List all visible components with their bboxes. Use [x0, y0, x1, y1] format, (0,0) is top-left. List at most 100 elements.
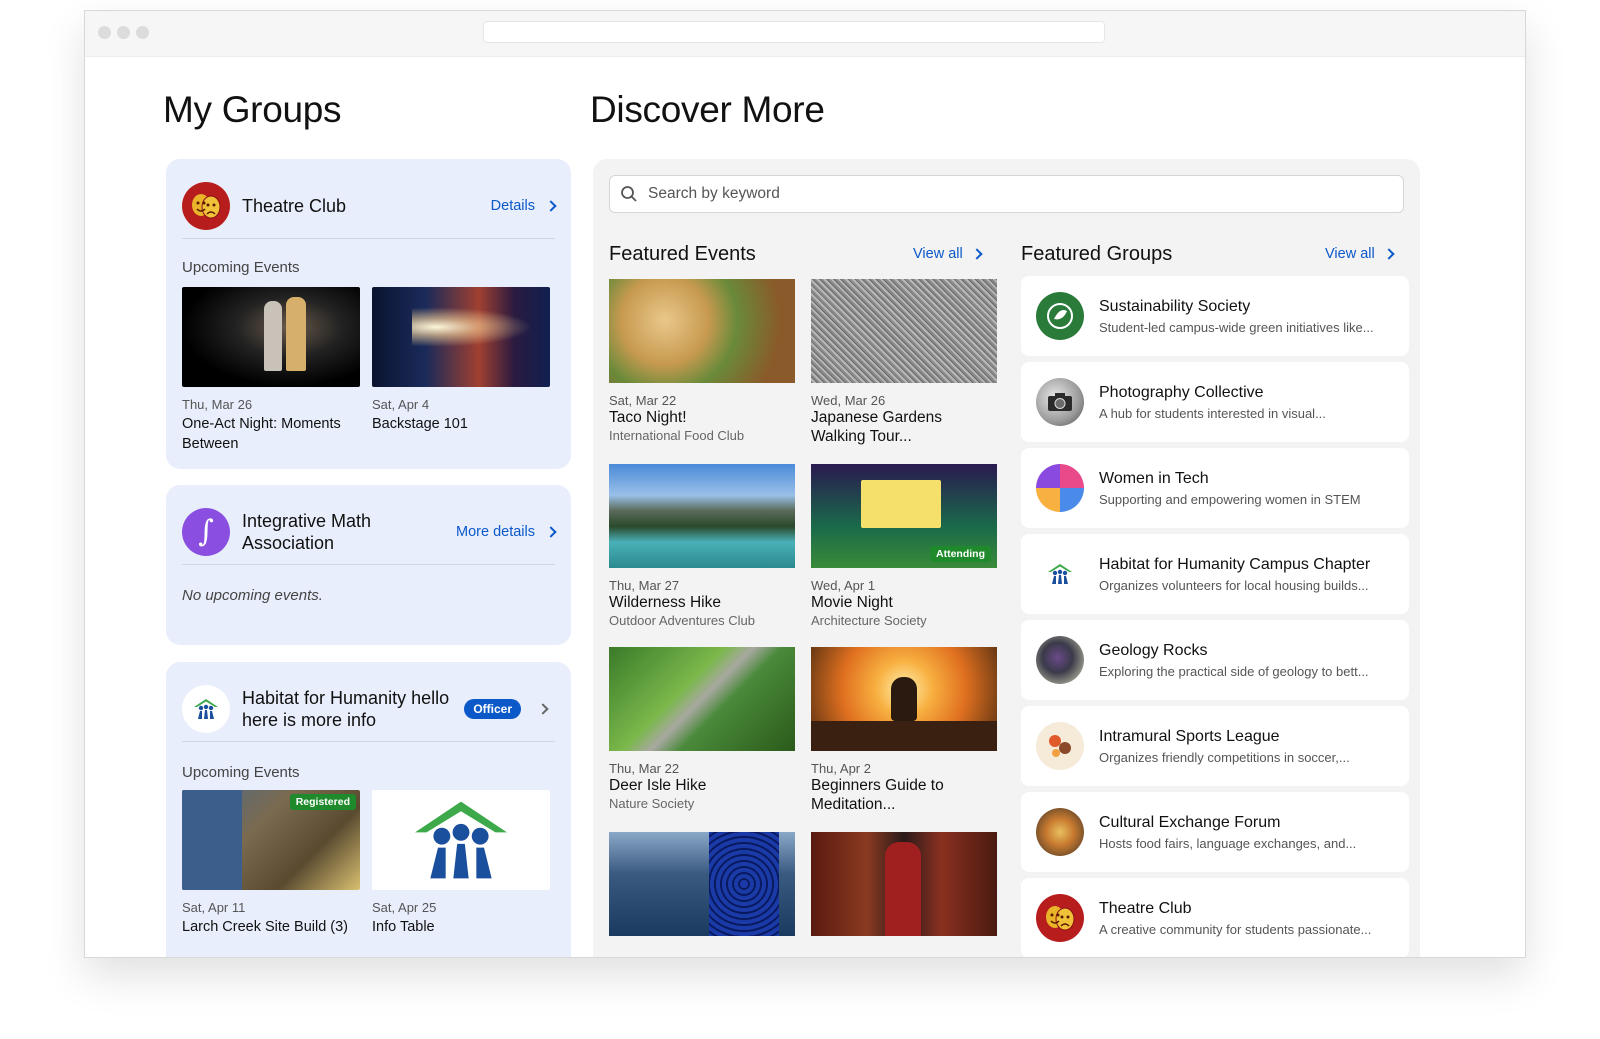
search-icon — [621, 186, 637, 202]
featured-group-row[interactable]: Cultural Exchange Forum Hosts food fairs,… — [1021, 792, 1409, 872]
featured-group-row[interactable]: Photography Collective A hub for students… — [1021, 362, 1409, 442]
featured-events-view-all[interactable]: View all — [913, 246, 983, 262]
camera-icon — [1036, 378, 1084, 426]
group-card-theatre-club: Theatre Club Details Upcoming Events Thu… — [166, 159, 571, 469]
chevron-right-icon[interactable] — [537, 702, 549, 715]
group-description: Exploring the practical side of geology … — [1099, 663, 1369, 679]
featured-event-card[interactable]: Thu, Mar 22 Deer Isle Hike Nature Societ… — [609, 647, 795, 811]
group-name: Intramural Sports League — [1099, 727, 1280, 745]
event-image — [811, 832, 997, 936]
featured-group-row[interactable]: Geology Rocks Exploring the practical sid… — [1021, 620, 1409, 700]
group-card-integrative-math: ∫ Integrative Math Association More deta… — [166, 485, 571, 645]
group-name: Women in Tech — [1099, 469, 1209, 487]
event-title: Wilderness Hike — [609, 594, 721, 611]
window-dot[interactable] — [136, 26, 149, 39]
upcoming-events-label: Upcoming Events — [182, 764, 300, 781]
women-in-tech-icon — [1036, 464, 1084, 512]
details-link[interactable]: Details — [490, 197, 557, 214]
featured-event-card[interactable]: Attending Wed, Apr 1 Movie Night Archite… — [811, 464, 997, 628]
group-name: Theatre Club — [242, 195, 347, 216]
group-name: Cultural Exchange Forum — [1099, 813, 1281, 831]
featured-event-card[interactable]: Sat, Mar 22 Taco Night! International Fo… — [609, 279, 795, 443]
event-image — [182, 287, 360, 387]
featured-events-title: Featured Events — [609, 243, 756, 265]
window-dot[interactable] — [98, 26, 111, 39]
event-date: Sat, Apr 11 — [182, 900, 246, 915]
featured-group-row[interactable]: Women in Tech Supporting and empowering w… — [1021, 448, 1409, 528]
attending-badge: Attending — [930, 546, 991, 562]
featured-group-row[interactable]: Intramural Sports League Organizes friend… — [1021, 706, 1409, 786]
registered-badge: Registered — [289, 794, 356, 810]
featured-group-row[interactable]: Habitat for Humanity Campus Chapter Organ… — [1021, 534, 1409, 614]
event-image — [609, 832, 795, 936]
theatre-masks-icon — [1036, 894, 1084, 942]
featured-event-card[interactable] — [811, 832, 997, 936]
featured-group-row[interactable]: Sustainability Society Student-led campus… — [1021, 276, 1409, 356]
group-name: Geology Rocks — [1099, 641, 1208, 659]
group-name: Photography Collective — [1099, 383, 1264, 401]
habitat-logo-icon — [182, 684, 230, 733]
event-title: Deer Isle Hike — [609, 777, 707, 794]
title-bar — [85, 11, 1525, 57]
group-description: Hosts food fairs, language exchanges, an… — [1099, 835, 1357, 851]
featured-event-card[interactable]: Thu, Apr 2 Beginners Guide to Meditation… — [811, 647, 997, 814]
event-card[interactable]: Registered Sat, Apr 11 Larch Creek Site … — [182, 790, 360, 937]
event-date: Thu, Mar 22 — [609, 761, 680, 776]
group-name: Habitat for Humanity Campus Chapter — [1099, 555, 1371, 573]
event-date: Wed, Apr 1 — [811, 578, 876, 593]
event-image — [811, 279, 997, 383]
discover-panel: Search by keyword Featured Events View a… — [593, 159, 1420, 957]
group-card-header: ∫ Integrative Math Association More deta… — [182, 499, 557, 565]
event-image — [609, 647, 795, 751]
search-input[interactable]: Search by keyword — [609, 175, 1404, 213]
group-card-header: Habitat for Humanity hello here is more … — [182, 676, 555, 742]
search-placeholder: Search by keyword — [648, 185, 780, 202]
group-card-header: Theatre Club Details — [182, 173, 557, 239]
sports-balls-icon — [1036, 722, 1084, 770]
event-date: Sat, Apr 25 — [372, 900, 437, 915]
group-description: A hub for students interested in visual.… — [1099, 405, 1326, 421]
event-title: One-Act Night: Moments Between — [182, 416, 341, 452]
event-date: Sat, Mar 22 — [609, 393, 677, 408]
event-org: Architecture Society — [811, 613, 927, 628]
featured-event-card[interactable]: Thu, Mar 27 Wilderness Hike Outdoor Adve… — [609, 464, 795, 628]
address-bar[interactable] — [483, 21, 1105, 43]
event-card[interactable]: Sat, Apr 4 Backstage 101 — [372, 287, 550, 434]
page-content: My Groups Theatre Club Details Upcoming … — [85, 57, 1525, 957]
event-card[interactable]: Thu, Mar 26 One-Act Night: Moments Betwe… — [182, 287, 360, 454]
window-dot[interactable] — [117, 26, 130, 39]
group-name: Sustainability Society — [1099, 297, 1251, 315]
event-title: Movie Night — [811, 594, 893, 611]
upcoming-events-label: Upcoming Events — [182, 259, 300, 276]
theatre-masks-icon — [182, 181, 230, 230]
event-date: Thu, Mar 27 — [609, 578, 680, 593]
group-description: Student-led campus-wide green initiative… — [1099, 319, 1374, 335]
event-date: Thu, Apr 2 — [811, 761, 871, 776]
featured-event-card[interactable]: Wed, Mar 26 Japanese Gardens Walking Tou… — [811, 279, 997, 446]
my-groups-title: My Groups — [163, 89, 342, 130]
event-image — [372, 287, 550, 387]
featured-event-card[interactable] — [609, 832, 795, 936]
group-description: Supporting and empowering women in STEM — [1099, 491, 1361, 507]
event-image — [609, 464, 795, 568]
details-link-label: Details — [490, 197, 535, 214]
featured-group-row[interactable]: Theatre Club A creative community for stu… — [1021, 878, 1409, 957]
event-image: Attending — [811, 464, 997, 568]
group-name: Habitat for Humanity hello here is more … — [242, 687, 450, 730]
event-title: Japanese Gardens Walking Tour... — [811, 409, 942, 445]
officer-badge: Officer — [464, 698, 521, 719]
chevron-right-icon — [545, 199, 557, 212]
event-org: Nature Society — [609, 796, 695, 811]
group-name: Integrative Math Association — [242, 510, 372, 553]
event-date: Wed, Mar 26 — [811, 393, 886, 408]
featured-groups-view-all[interactable]: View all — [1325, 246, 1395, 262]
featured-groups-title: Featured Groups — [1021, 243, 1173, 265]
event-card[interactable]: Sat, Apr 25 Info Table — [372, 790, 550, 937]
event-title: Beginners Guide to Meditation... — [811, 777, 944, 813]
more-details-label: More details — [456, 523, 535, 540]
event-date: Thu, Mar 26 — [182, 397, 253, 412]
event-org: Outdoor Adventures Club — [609, 613, 755, 628]
browser-window: My Groups Theatre Club Details Upcoming … — [84, 10, 1526, 958]
more-details-link[interactable]: More details — [456, 523, 557, 540]
event-title: Info Table — [372, 919, 435, 935]
